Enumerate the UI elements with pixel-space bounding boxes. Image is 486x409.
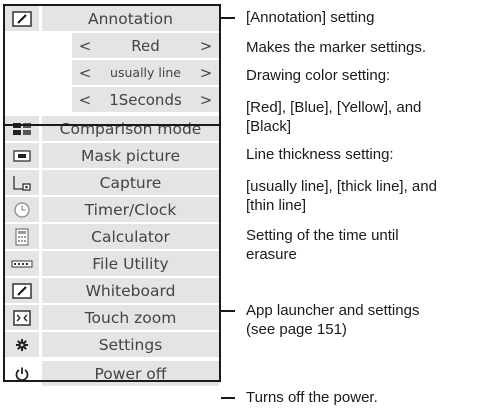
note-drawing-color-title: Drawing color setting: bbox=[246, 67, 391, 84]
note-app-launcher-2: (see page 151) bbox=[246, 321, 347, 338]
thickness-prev-button[interactable]: < bbox=[78, 64, 92, 82]
note-erase-time-1: Setting of the time until bbox=[246, 227, 399, 244]
thickness-selector: < usually line > bbox=[72, 60, 219, 85]
menu-item-touch-zoom[interactable]: Touch zoom bbox=[5, 305, 219, 330]
menu-item-whiteboard[interactable]: Whiteboard bbox=[5, 278, 219, 303]
note-drawing-color-values-2: [Black] bbox=[246, 118, 292, 135]
menu-item-label: Whiteboard bbox=[42, 278, 219, 303]
whiteboard-icon bbox=[5, 278, 39, 303]
menu-item-label: Power off bbox=[42, 361, 219, 386]
note-thickness-title: Line thickness setting: bbox=[246, 146, 394, 163]
menu-item-label: Settings bbox=[42, 332, 219, 357]
menu-item-label: Touch zoom bbox=[42, 305, 219, 330]
menu-item-label: Comparison mode bbox=[42, 116, 219, 141]
menu-item-label: File Utility bbox=[42, 251, 219, 276]
app-launcher-leader-line bbox=[221, 310, 235, 312]
menu-panel: Annotation < Red > < usually line > < 1S… bbox=[5, 6, 219, 388]
file-utility-icon bbox=[5, 251, 39, 276]
menu-item-timer-clock[interactable]: Timer/Clock bbox=[5, 197, 219, 222]
time-prev-button[interactable]: < bbox=[78, 91, 92, 109]
note-marker-settings: Makes the marker settings. bbox=[246, 39, 427, 56]
time-value: 1Seconds bbox=[109, 90, 182, 109]
color-value: Red bbox=[131, 36, 160, 55]
gear-icon bbox=[5, 332, 39, 357]
clock-icon bbox=[5, 197, 39, 222]
menu-item-label: Mask picture bbox=[42, 143, 219, 168]
menu-item-capture[interactable]: Capture bbox=[5, 170, 219, 195]
note-thickness-values-1: [usually line], [thick line], and bbox=[246, 178, 437, 195]
annotation-row[interactable]: Annotation bbox=[5, 6, 219, 31]
color-selector: < Red > bbox=[72, 33, 219, 58]
time-setting-row: < 1Seconds > bbox=[5, 87, 219, 112]
note-power-off: Turns off the power. bbox=[246, 389, 378, 406]
thickness-setting-row: < usually line > bbox=[5, 60, 219, 85]
time-next-button[interactable]: > bbox=[199, 91, 213, 109]
color-setting-row: < Red > bbox=[5, 33, 219, 58]
annotation-leader-line bbox=[221, 17, 235, 19]
color-next-button[interactable]: > bbox=[199, 37, 213, 55]
color-prev-button[interactable]: < bbox=[78, 37, 92, 55]
thickness-next-button[interactable]: > bbox=[199, 64, 213, 82]
menu-item-file-utility[interactable]: File Utility bbox=[5, 251, 219, 276]
menu-item-mask-picture[interactable]: Mask picture bbox=[5, 143, 219, 168]
menu-item-label: Calculator bbox=[42, 224, 219, 249]
time-selector: < 1Seconds > bbox=[72, 87, 219, 112]
menu-item-label: Timer/Clock bbox=[42, 197, 219, 222]
power-leader-line bbox=[221, 397, 235, 399]
thickness-value: usually line bbox=[110, 65, 181, 80]
comparison-icon bbox=[5, 116, 39, 141]
menu-item-calculator[interactable]: Calculator bbox=[5, 224, 219, 249]
menu-item-power-off[interactable]: Power off bbox=[5, 361, 219, 386]
note-annotation-setting: [Annotation] setting bbox=[246, 9, 375, 26]
menu-item-comparison-mode[interactable]: Comparison mode bbox=[5, 116, 219, 141]
menu-item-settings[interactable]: Settings bbox=[5, 332, 219, 357]
menu-item-label: Capture bbox=[42, 170, 219, 195]
note-thickness-values-2: [thin line] bbox=[246, 197, 307, 214]
annotation-label: Annotation bbox=[42, 6, 219, 31]
note-drawing-color-values-1: [Red], [Blue], [Yellow], and bbox=[246, 99, 422, 116]
note-app-launcher-1: App launcher and settings bbox=[246, 302, 420, 319]
note-erase-time-2: erasure bbox=[246, 246, 297, 263]
touch-zoom-icon bbox=[5, 305, 39, 330]
annotation-icon bbox=[5, 6, 39, 31]
capture-icon bbox=[5, 170, 39, 195]
power-icon bbox=[5, 361, 39, 386]
calculator-icon bbox=[5, 224, 39, 249]
mask-icon bbox=[5, 143, 39, 168]
